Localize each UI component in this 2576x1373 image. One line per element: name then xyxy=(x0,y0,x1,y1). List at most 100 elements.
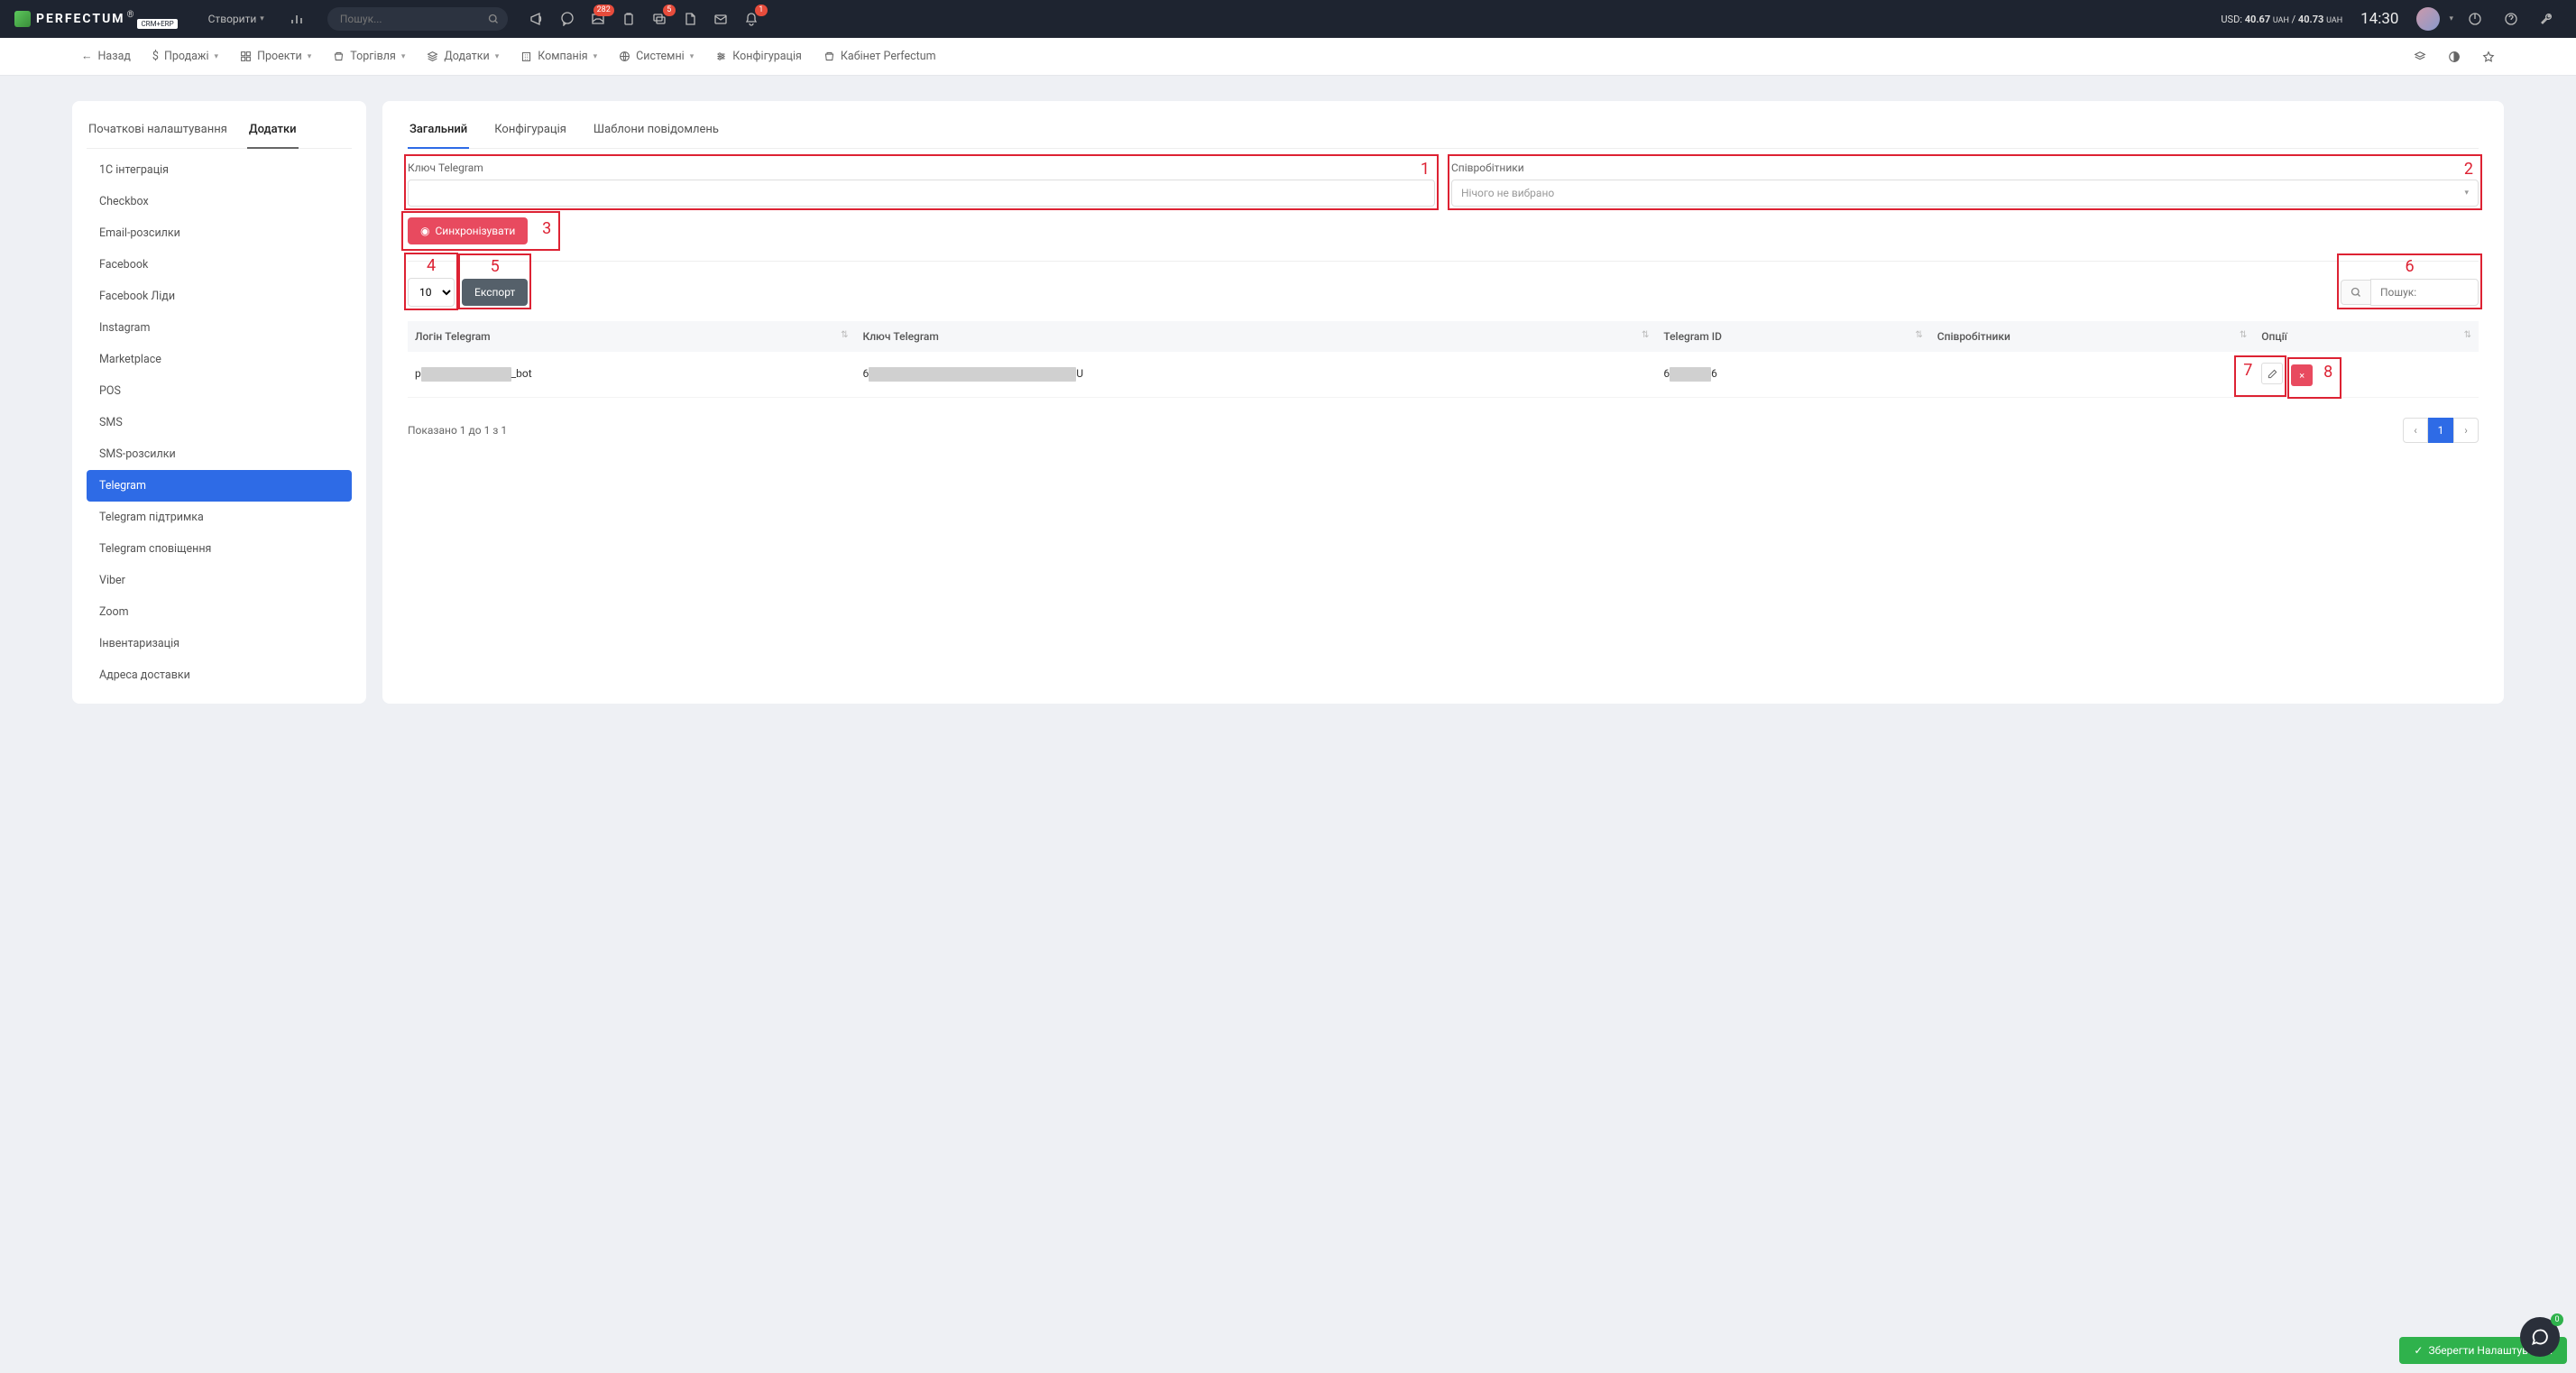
sidebar-item-marketplace[interactable]: Marketplace xyxy=(87,344,352,375)
sync-icon: ◉ xyxy=(420,225,429,237)
sidebar-item-facebook-leads[interactable]: Facebook Ліди xyxy=(87,281,352,312)
sidebar-item-zoom[interactable]: Zoom xyxy=(87,596,352,628)
wrench-icon[interactable] xyxy=(2533,5,2562,33)
stats-icon[interactable] xyxy=(281,6,313,32)
sidebar-item-telegram-support[interactable]: Telegram підтримка xyxy=(87,502,352,533)
sidebar-item-1c[interactable]: 1С інтеграція xyxy=(87,154,352,186)
menu-star-icon[interactable] xyxy=(2473,45,2504,69)
cell-key: 6U xyxy=(855,352,1656,398)
document-icon[interactable] xyxy=(676,5,704,33)
table-info: Показано 1 до 1 з 1 xyxy=(408,424,507,437)
sync-button[interactable]: ◉ Синхронізувати xyxy=(408,217,528,244)
menu-projects[interactable]: Проекти▾ xyxy=(231,44,320,69)
staff-select[interactable]: Нічого не вибрано ▾ xyxy=(1451,180,2479,207)
sidebar-item-facebook[interactable]: Facebook xyxy=(87,249,352,281)
help-icon[interactable] xyxy=(2497,5,2525,33)
sidebar-item-viber[interactable]: Viber xyxy=(87,565,352,596)
export-button[interactable]: Експорт xyxy=(462,279,528,306)
menu-system[interactable]: Системні▾ xyxy=(610,44,703,69)
annotation-label-8: 8 xyxy=(2323,363,2332,382)
inbox-badge: 282 xyxy=(593,5,614,16)
bell-badge: 1 xyxy=(755,5,768,16)
create-button[interactable]: Створити ▾ xyxy=(199,7,273,31)
menu-sales[interactable]: $Продажі▾ xyxy=(143,44,227,69)
tab-templates[interactable]: Шаблони повідомлень xyxy=(592,114,721,148)
sidebar-item-address[interactable]: Адреса доставки xyxy=(87,659,352,691)
sidebar-tab-initial[interactable]: Початкові налаштування xyxy=(87,114,229,148)
pager-page-1[interactable]: 1 xyxy=(2428,418,2453,443)
cell-login: p_bot xyxy=(408,352,855,398)
cell-id: 66 xyxy=(1656,352,1929,398)
sidebar-item-instagram[interactable]: Instagram xyxy=(87,312,352,344)
sidebar-item-inventory[interactable]: Інвентаризація xyxy=(87,628,352,659)
sidebar-item-pos[interactable]: POS xyxy=(87,375,352,407)
menu-config[interactable]: Конфігурація xyxy=(706,44,811,69)
mail-icon[interactable] xyxy=(706,5,735,33)
clipboard-icon[interactable] xyxy=(614,5,643,33)
messages-icon[interactable]: 5 xyxy=(645,5,674,33)
telegram-key-label: Ключ Telegram xyxy=(408,161,1435,174)
sidebar-item-telegram-notify[interactable]: Telegram сповіщення xyxy=(87,533,352,565)
exchange-rate: USD: 40.67 UAH / 40.73 UAH xyxy=(2221,14,2342,25)
sidebar-item-checkbox[interactable]: Checkbox xyxy=(87,186,352,217)
logo-subtitle: CRM+ERP xyxy=(137,19,177,29)
main-panel: Загальний Конфігурація Шаблони повідомле… xyxy=(382,101,2504,704)
cell-options: 7 × 8 xyxy=(2254,352,2479,398)
bell-icon[interactable]: 1 xyxy=(737,5,766,33)
chat-icon[interactable] xyxy=(553,5,582,33)
delete-button[interactable]: × xyxy=(2291,364,2313,386)
telegram-key-input[interactable] xyxy=(408,180,1435,207)
check-icon: ✓ xyxy=(2414,1344,2423,1357)
chevron-down-icon: ▾ xyxy=(2464,189,2469,198)
tab-config[interactable]: Конфігурація xyxy=(492,114,568,148)
th-staff[interactable]: Співробітники⇅ xyxy=(1930,321,2254,352)
clock: 14:30 xyxy=(2360,10,2398,28)
edit-button[interactable] xyxy=(2261,363,2283,384)
cell-staff xyxy=(1930,352,2254,398)
pager-next[interactable]: › xyxy=(2453,418,2479,443)
logo-mark-icon xyxy=(14,11,31,27)
menu-company[interactable]: Компанія▾ xyxy=(511,44,606,69)
menubar: ←Назад $Продажі▾ Проекти▾ Торгівля▾ Дода… xyxy=(0,38,2576,76)
topbar: PERFECTUM ® CRM+ERP Створити ▾ 282 5 1 U… xyxy=(0,0,2576,38)
annotation-label-7: 7 xyxy=(2243,361,2252,380)
annotation-label-4: 4 xyxy=(427,256,436,275)
th-options[interactable]: Опції⇅ xyxy=(2254,321,2479,352)
th-login[interactable]: Логін Telegram⇅ xyxy=(408,321,855,352)
user-avatar[interactable] xyxy=(2416,7,2440,31)
back-button[interactable]: ←Назад xyxy=(72,44,140,69)
th-id[interactable]: Telegram ID⇅ xyxy=(1656,321,1929,352)
chat-badge: 0 xyxy=(2551,1313,2563,1326)
table-search-input[interactable] xyxy=(2370,279,2479,306)
inbox-icon[interactable]: 282 xyxy=(584,5,612,33)
menu-layers-icon[interactable] xyxy=(2405,45,2435,69)
annotation-label-2: 2 xyxy=(2464,160,2473,179)
tab-general[interactable]: Загальний xyxy=(408,114,469,149)
annotation-label-6: 6 xyxy=(2405,257,2414,276)
menu-cabinet[interactable]: Кабінет Perfectum xyxy=(814,44,945,69)
th-key[interactable]: Ключ Telegram⇅ xyxy=(855,321,1656,352)
telegram-table: Логін Telegram⇅ Ключ Telegram⇅ Telegram … xyxy=(408,321,2479,398)
menu-theme-icon[interactable] xyxy=(2439,45,2470,69)
sidebar-item-telegram[interactable]: Telegram xyxy=(87,470,352,502)
table-row: p_bot 6U 66 7 × xyxy=(408,352,2479,398)
table-search-button[interactable] xyxy=(2341,280,2370,305)
user-menu-chevron[interactable]: ▾ xyxy=(2449,14,2453,23)
sidebar: Початкові налаштування Додатки 1С інтегр… xyxy=(72,101,366,704)
global-search-input[interactable] xyxy=(327,7,508,31)
page-size-select[interactable]: 10 xyxy=(408,278,455,307)
chat-fab[interactable]: 0 xyxy=(2520,1317,2560,1357)
announce-icon[interactable] xyxy=(522,5,551,33)
sidebar-item-sms-send[interactable]: SMS-розсилки xyxy=(87,438,352,470)
sidebar-tab-addons[interactable]: Додатки xyxy=(247,114,299,149)
power-icon[interactable] xyxy=(2461,5,2489,33)
logo-text: PERFECTUM xyxy=(36,12,125,26)
pager-prev[interactable]: ‹ xyxy=(2403,418,2428,443)
menu-trade[interactable]: Торгівля▾ xyxy=(324,44,414,69)
search-icon xyxy=(488,14,499,24)
sidebar-item-email[interactable]: Email-розсилки xyxy=(87,217,352,249)
menu-addons[interactable]: Додатки▾ xyxy=(418,44,508,69)
sidebar-item-sms[interactable]: SMS xyxy=(87,407,352,438)
annotation-label-3: 3 xyxy=(542,219,551,238)
annotation-label-5: 5 xyxy=(491,257,500,276)
